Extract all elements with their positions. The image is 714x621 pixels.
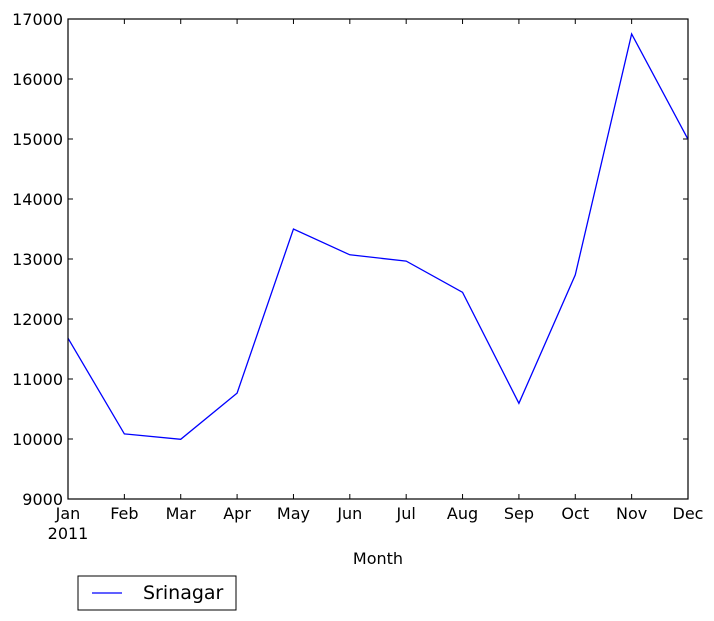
x-tick-label: Sep	[504, 504, 534, 523]
x-tick-label: Dec	[673, 504, 704, 523]
y-tick-label: 11000	[12, 370, 63, 389]
x-tick-label: Apr	[223, 504, 251, 523]
x-axis-label: Month	[353, 549, 403, 568]
y-tick-label: 13000	[12, 250, 63, 269]
y-axis: 9000100001100012000130001400015000160001…	[12, 10, 688, 509]
plot-frame	[67, 18, 689, 500]
x-tick-label: Nov	[616, 504, 647, 523]
legend[interactable]: Srinagar	[77, 575, 237, 611]
x-tick-label: Aug	[447, 504, 478, 523]
legend-label-srinagar: Srinagar	[143, 582, 224, 604]
y-tick-label: 10000	[12, 430, 63, 449]
x-axis: Jan Feb Mar Apr May Jun Jul Aug Sep Oct Nov Dec 2011	[48, 19, 704, 543]
line-chart: 9000100001100012000130001400015000160001…	[12, 10, 704, 611]
x-tick-label: Jan	[55, 504, 81, 523]
y-tick-label: 17000	[12, 10, 63, 29]
y-tick-label: 15000	[12, 130, 63, 149]
y-tick-label: 14000	[12, 190, 63, 209]
x-tick-label: Jul	[396, 504, 416, 523]
x-tick-label: May	[277, 504, 310, 523]
series-line-srinagar	[67, 32, 689, 440]
y-tick-label: 12000	[12, 310, 63, 329]
y-tick-label: 16000	[12, 70, 63, 89]
x-tick-sublabel-year: 2011	[48, 524, 89, 543]
x-tick-label: Mar	[166, 504, 197, 523]
x-tick-label: Feb	[110, 504, 138, 523]
x-tick-label: Oct	[561, 504, 589, 523]
x-tick-label: Jun	[336, 504, 362, 523]
